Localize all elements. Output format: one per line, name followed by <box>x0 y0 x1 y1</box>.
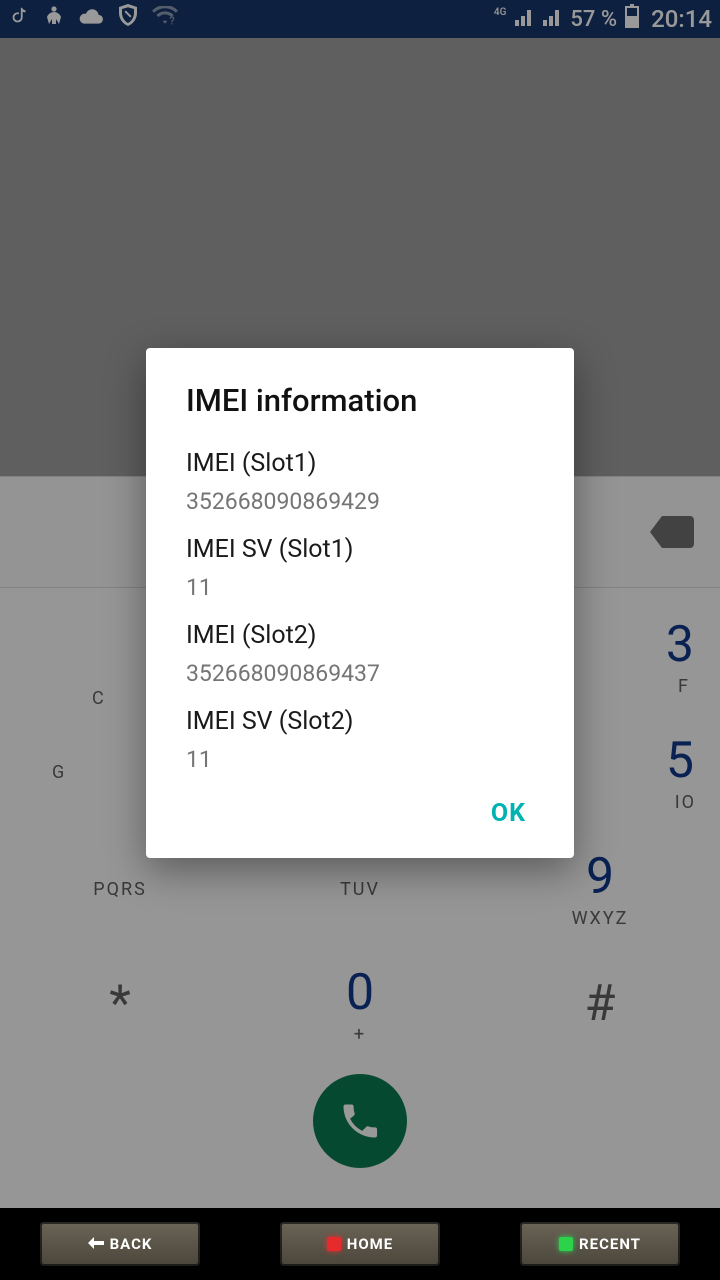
back-button[interactable]: BACK <box>40 1222 200 1266</box>
imei-slot1-value: 352668090869429 <box>186 488 534 515</box>
home-button[interactable]: HOME <box>280 1222 440 1266</box>
imei-dialog: IMEI information IMEI (Slot1) 3526680908… <box>146 348 574 858</box>
imeisv-slot1-label: IMEI SV (Slot1) <box>186 535 534 564</box>
recent-button[interactable]: RECENT <box>520 1222 680 1266</box>
back-arrow-icon <box>88 1235 104 1253</box>
recent-label: RECENT <box>579 1235 641 1253</box>
imei-slot2-label: IMEI (Slot2) <box>186 621 534 650</box>
imei-slot2-value: 352668090869437 <box>186 660 534 687</box>
ok-button[interactable]: OK <box>483 793 534 834</box>
home-indicator-icon <box>327 1237 341 1251</box>
dialog-title: IMEI information <box>186 382 534 419</box>
back-label: BACK <box>110 1235 153 1253</box>
home-label: HOME <box>347 1235 394 1253</box>
imeisv-slot1-value: 11 <box>186 574 534 601</box>
imeisv-slot2-value: 11 <box>186 746 534 773</box>
nav-softkey-bar: BACK HOME RECENT <box>0 1208 720 1280</box>
imeisv-slot2-label: IMEI SV (Slot2) <box>186 707 534 736</box>
recent-indicator-icon <box>559 1237 573 1251</box>
imei-slot1-label: IMEI (Slot1) <box>186 449 534 478</box>
